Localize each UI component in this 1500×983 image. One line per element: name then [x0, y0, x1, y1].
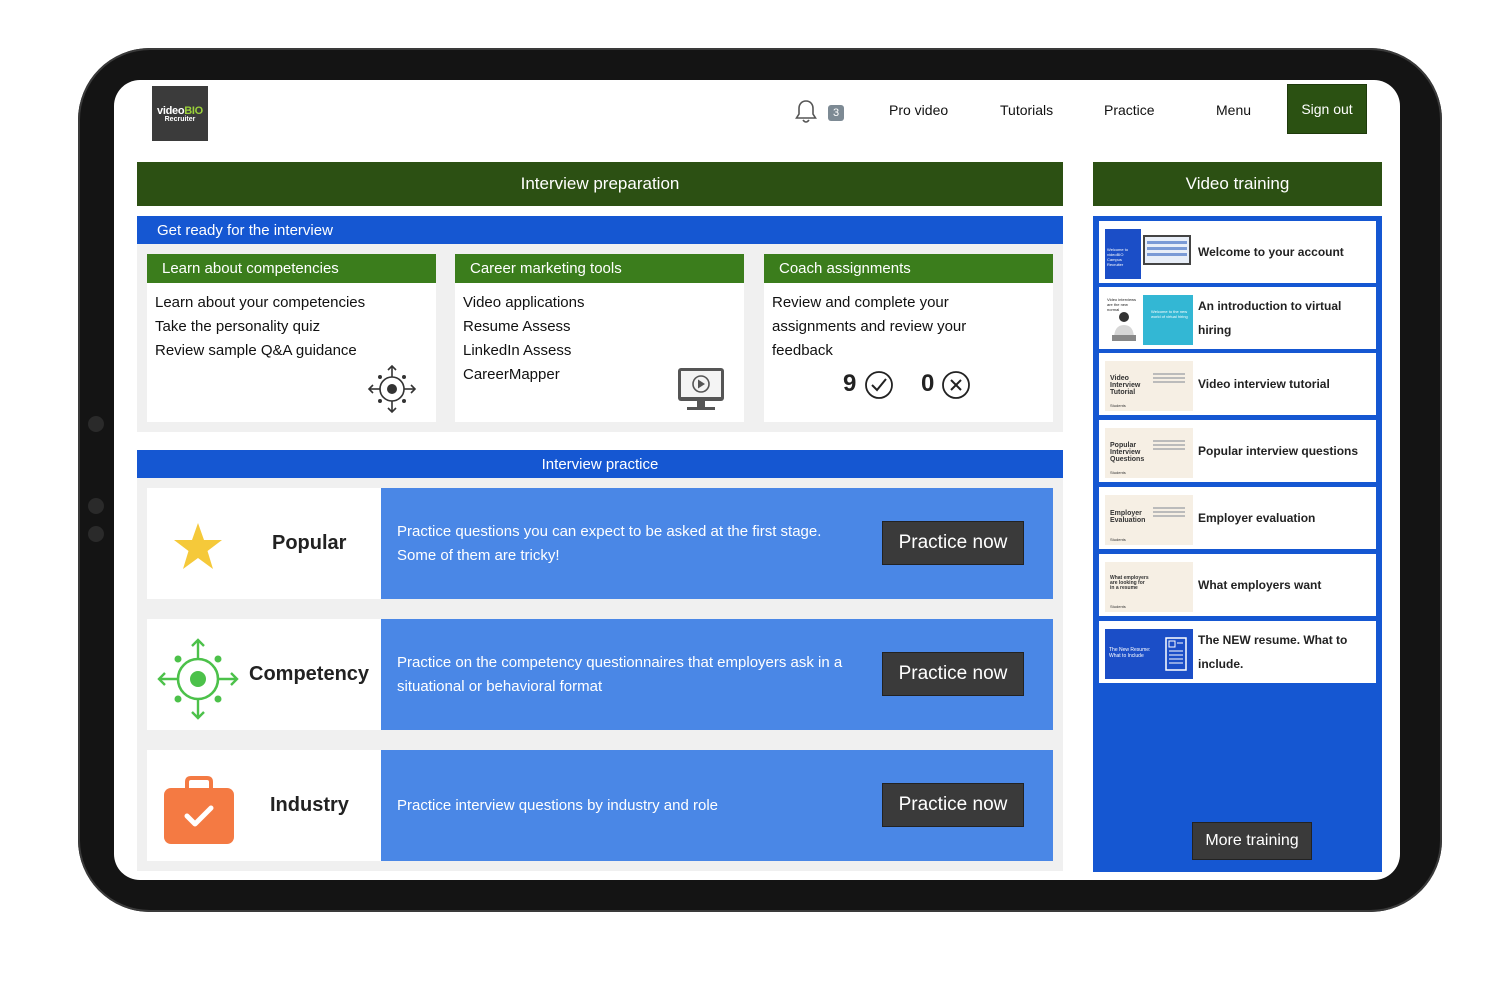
- card-title: Coach assignments: [764, 254, 1053, 283]
- video-thumbnail: Employer Evaluation Students: [1105, 495, 1193, 545]
- video-thumbnail: The New Resume: What to Include: [1105, 629, 1193, 679]
- card-title: Career marketing tools: [455, 254, 744, 283]
- bell-icon[interactable]: [794, 99, 818, 125]
- card-link-resume-assess[interactable]: Resume Assess: [463, 315, 736, 339]
- video-training-header: Video training: [1093, 162, 1382, 206]
- practice-label: Industry: [270, 794, 349, 816]
- nav-tutorials[interactable]: Tutorials: [1000, 102, 1053, 118]
- preparation-cards: Learn about competencies Learn about you…: [137, 244, 1063, 432]
- card-title: Learn about competencies: [147, 254, 436, 283]
- side-button: [88, 498, 104, 514]
- nav-practice[interactable]: Practice: [1104, 102, 1155, 118]
- training-video-item[interactable]: Video Interview Tutorial Students Video …: [1099, 353, 1376, 415]
- practice-label: Competency: [249, 663, 370, 685]
- training-video-item[interactable]: Popular Interview Questions Students Pop…: [1099, 420, 1376, 482]
- get-ready-bar: Get ready for the interview: [137, 216, 1063, 244]
- notification-badge[interactable]: 3: [828, 105, 844, 121]
- competencies-card[interactable]: Learn about competencies Learn about you…: [147, 254, 436, 422]
- card-link-video-applications[interactable]: Video applications: [463, 291, 736, 315]
- logo-subtext: Recruiter: [164, 115, 196, 123]
- training-video-item[interactable]: Employer Evaluation Students Employer ev…: [1099, 487, 1376, 549]
- video-training-list: Welcome to videoBIO Campus Recruiter Wel…: [1093, 216, 1382, 872]
- person-at-laptop-icon: [1112, 312, 1136, 341]
- video-title: Video interview tutorial: [1198, 377, 1330, 391]
- check-circle-icon: [865, 371, 893, 399]
- briefcase-check-icon: [164, 776, 234, 844]
- practice-now-button[interactable]: Practice now: [882, 652, 1024, 696]
- video-thumbnail: Video Interview Tutorial Students: [1105, 361, 1193, 411]
- side-button: [88, 526, 104, 542]
- practice-label: Popular: [272, 532, 347, 554]
- practice-row-popular: Popular Practice questions you can expec…: [147, 488, 1053, 599]
- star-icon: [174, 523, 222, 569]
- video-title: The NEW resume. What to include.: [1198, 633, 1348, 671]
- video-title: What employers want: [1198, 578, 1322, 592]
- training-video-item[interactable]: Video interviews are the new normal Welc…: [1099, 287, 1376, 349]
- video-title: An introduction to virtual hiring: [1198, 299, 1342, 337]
- camera-dot: [88, 416, 104, 432]
- videobio-logo[interactable]: videoBIO Recruiter: [152, 86, 208, 141]
- pending-count: 0: [921, 370, 935, 397]
- training-video-item[interactable]: The New Resume: What to Include The NEW …: [1099, 621, 1376, 683]
- card-link-personality-quiz[interactable]: Take the personality quiz: [155, 315, 428, 339]
- practice-row-industry: Industry Practice interview questions by…: [147, 750, 1053, 861]
- practice-description: Practice interview questions by industry…: [397, 796, 718, 814]
- interview-practice-bar: Interview practice: [137, 450, 1063, 478]
- competency-target-icon: [367, 364, 417, 414]
- app-screen: videoBIO Recruiter 3 Pro video Tutorials…: [114, 80, 1400, 880]
- video-monitor-icon: [678, 368, 724, 410]
- practice-list: Popular Practice questions you can expec…: [137, 478, 1063, 871]
- video-title: Welcome to your account: [1198, 245, 1344, 259]
- video-title: Employer evaluation: [1198, 511, 1316, 525]
- assignments-description: Review and complete your assignments and…: [772, 294, 967, 359]
- resume-document-icon: [1165, 637, 1187, 671]
- video-thumbnail: Video interviews are the new normal Welc…: [1105, 295, 1193, 345]
- practice-description: Practice on the competency questionnaire…: [397, 653, 843, 695]
- training-video-item[interactable]: Welcome to videoBIO Campus Recruiter Wel…: [1099, 221, 1376, 283]
- career-tools-card[interactable]: Career marketing tools Video application…: [455, 254, 744, 422]
- practice-description: Practice questions you can expect to be …: [397, 522, 822, 564]
- completed-count: 9: [843, 370, 857, 397]
- coach-assignments-card[interactable]: Coach assignments Review and complete yo…: [764, 254, 1053, 422]
- sign-out-button[interactable]: Sign out: [1287, 84, 1367, 134]
- nav-pro-video[interactable]: Pro video: [889, 102, 948, 118]
- video-thumbnail: Welcome to videoBIO Campus Recruiter: [1105, 229, 1193, 279]
- video-thumbnail: Popular Interview Questions Students: [1105, 428, 1193, 478]
- training-video-item[interactable]: What employers are looking for in a resu…: [1099, 554, 1376, 616]
- practice-now-button[interactable]: Practice now: [882, 521, 1024, 565]
- more-training-button[interactable]: More training: [1192, 822, 1312, 860]
- card-link-qa-guidance[interactable]: Review sample Q&A guidance: [155, 339, 428, 363]
- practice-row-competency: Competency Practice on the competency qu…: [147, 619, 1053, 730]
- card-link-linkedin-assess[interactable]: LinkedIn Assess: [463, 339, 736, 363]
- interview-preparation-header: Interview preparation: [137, 162, 1063, 206]
- video-thumbnail: What employers are looking for in a resu…: [1105, 562, 1193, 612]
- video-title: Popular interview questions: [1198, 444, 1359, 458]
- nav-menu[interactable]: Menu: [1216, 102, 1251, 118]
- practice-now-button[interactable]: Practice now: [882, 783, 1024, 827]
- card-link-competencies[interactable]: Learn about your competencies: [155, 291, 428, 315]
- x-circle-icon: [942, 371, 970, 399]
- competency-target-icon: [157, 638, 239, 720]
